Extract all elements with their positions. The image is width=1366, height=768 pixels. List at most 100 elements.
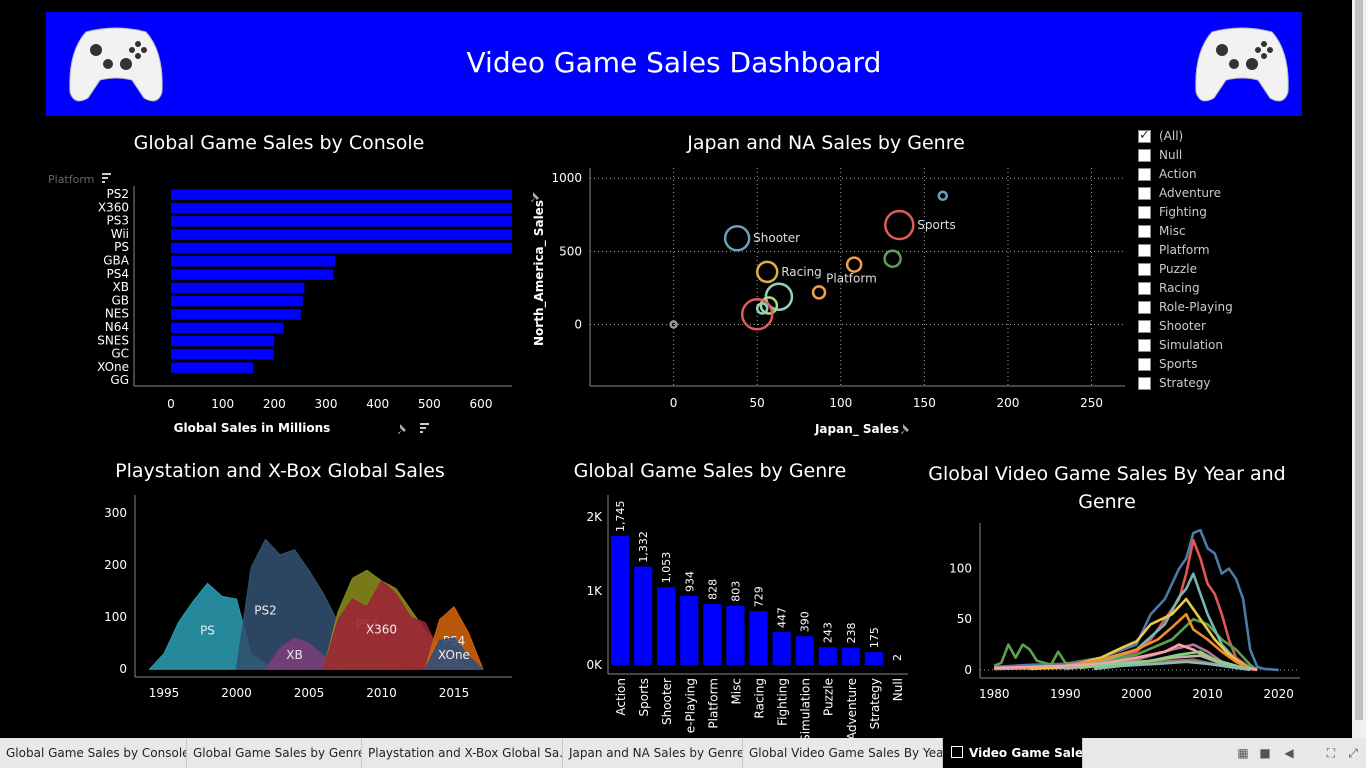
x-tick-label: 2005 (294, 686, 325, 700)
genre-bar (772, 632, 791, 666)
tab-video-game-sales[interactable]: Video Game Sales (943, 738, 1083, 768)
platform-label: GG (110, 373, 129, 387)
filter-label: Strategy (1159, 376, 1211, 390)
sheet-sorter-icon[interactable]: ▦ (1234, 744, 1252, 762)
filter-checkbox[interactable] (1138, 128, 1151, 143)
filter-checkbox[interactable] (1138, 358, 1151, 371)
platform-label: N64 (105, 320, 129, 334)
filter-item[interactable]: Simulation (1138, 337, 1248, 356)
x-tick-label: 0 (167, 397, 175, 411)
sort-icon[interactable] (102, 173, 111, 183)
y-tick-label: 500 (559, 244, 582, 258)
filter-item[interactable]: Platform (1138, 242, 1248, 261)
filter-label: Shooter (1159, 319, 1206, 333)
filter-checkbox[interactable] (1138, 244, 1151, 257)
x-tick-label: 600 (470, 397, 493, 411)
filter-item[interactable]: Null (1138, 147, 1248, 166)
console-bar (171, 362, 254, 373)
bar-data-label: 390 (799, 611, 812, 632)
filter-item[interactable]: (All) (1138, 128, 1248, 147)
x-tick-label: 1980 (979, 687, 1010, 701)
console-bar (171, 335, 275, 347)
filter-item[interactable]: Sports (1138, 356, 1248, 375)
filter-item[interactable]: Racing (1138, 280, 1248, 299)
genre-chart-title: Global Game Sales by Genre (573, 460, 847, 482)
filter-checkbox[interactable] (1138, 149, 1151, 162)
point-label: Sports (917, 218, 955, 232)
x-tick-label: 250 (1080, 396, 1103, 410)
console-sales-bar-chart: Platform PS2X360PS3WiiPSGBAPS4XBGBNESN64… (48, 173, 512, 435)
filter-checkbox[interactable] (1138, 339, 1151, 352)
filter-checkbox[interactable] (1138, 187, 1151, 200)
bar-data-label: 238 (845, 623, 858, 644)
category-label: Simulation (799, 678, 813, 740)
genre-bar (749, 611, 768, 666)
filter-item[interactable]: Misc (1138, 223, 1248, 242)
filter-label: Racing (1159, 281, 1200, 295)
tab-playstation-xbox-sales[interactable]: Playstation and X-Box Global Sa... (362, 738, 563, 768)
filmstrip-icon[interactable]: ■ (1256, 744, 1274, 762)
platform-label: XOne (97, 360, 129, 374)
tab-global-game-sales-by-console[interactable]: Global Game Sales by Console (0, 738, 187, 768)
filter-item[interactable]: Adventure (1138, 185, 1248, 204)
bar-data-label: 934 (683, 571, 696, 592)
point-label: Racing (781, 265, 822, 279)
previous-sheet-icon[interactable]: ◀ (1280, 744, 1298, 762)
pin-icon[interactable] (901, 424, 909, 434)
filter-label: Platform (1159, 243, 1210, 257)
series-label: PS (200, 624, 215, 638)
series-label: XB (286, 648, 302, 662)
filter-checkbox[interactable] (1138, 225, 1151, 238)
fit-window-icon[interactable]: ⛶ (1322, 744, 1340, 762)
category-label: Action (614, 678, 628, 716)
pin-icon[interactable] (398, 424, 406, 434)
filter-item[interactable]: Fighting (1138, 204, 1248, 223)
x-tick-label: 300 (315, 397, 338, 411)
console-chart-title: Global Game Sales by Console (133, 132, 425, 154)
dashboard-header: Video Game Sales Dashboard (46, 12, 1302, 116)
tab-global-game-sales-by-genre[interactable]: Global Game Sales by Genre (187, 738, 362, 768)
filter-item[interactable]: Strategy (1138, 375, 1248, 394)
platform-label: X360 (98, 200, 129, 214)
point-label: Shooter (753, 231, 800, 245)
filter-checkbox[interactable] (1138, 301, 1151, 314)
genre-bar (726, 605, 745, 666)
filter-checkbox[interactable] (1138, 377, 1151, 390)
filter-checkbox[interactable] (1138, 263, 1151, 276)
filter-label: Puzzle (1159, 262, 1197, 276)
tab-global-sales-by-year[interactable]: Global Video Game Sales By Yea... (743, 738, 943, 768)
genre-bar (680, 596, 699, 666)
filter-item[interactable]: Action (1138, 166, 1248, 185)
filter-item[interactable]: Shooter (1138, 318, 1248, 337)
filter-checkbox[interactable] (1138, 206, 1151, 219)
filter-checkbox[interactable] (1138, 282, 1151, 295)
platform-label: Wii (111, 227, 129, 241)
x-tick-label: 2010 (1192, 687, 1223, 701)
y-tick-label: 1K (586, 584, 603, 598)
y-tick-label: 100 (949, 562, 972, 576)
scrollbar-thumb[interactable] (1355, 0, 1363, 720)
y-tick-label: 300 (104, 506, 127, 520)
vertical-scrollbar[interactable] (1352, 0, 1366, 738)
genre-bar (795, 636, 814, 666)
sheet-tab-bar: Global Game Sales by Console Global Game… (0, 738, 1366, 768)
platform-label: PS3 (107, 214, 130, 228)
genre-point (937, 190, 949, 202)
platform-label: NES (105, 307, 129, 321)
bar-data-label: 828 (706, 579, 719, 600)
filter-checkbox[interactable] (1138, 320, 1151, 333)
genre-point (755, 260, 779, 284)
genre-bar (611, 536, 630, 666)
genre-bar (657, 587, 676, 666)
fullscreen-icon[interactable]: ⤢ (1344, 744, 1362, 762)
filter-item[interactable]: Puzzle (1138, 261, 1248, 280)
console-bar (171, 216, 512, 227)
filter-checkbox[interactable] (1138, 168, 1151, 181)
x-tick-label: 50 (750, 396, 765, 410)
tab-japan-na-sales[interactable]: Japan and NA Sales by Genre (563, 738, 743, 768)
console-bar (171, 242, 512, 254)
filter-item[interactable]: Role-Playing (1138, 299, 1248, 318)
sort-icon[interactable] (420, 423, 429, 433)
filter-label: (All) (1159, 129, 1184, 143)
category-label: Racing (753, 678, 767, 719)
